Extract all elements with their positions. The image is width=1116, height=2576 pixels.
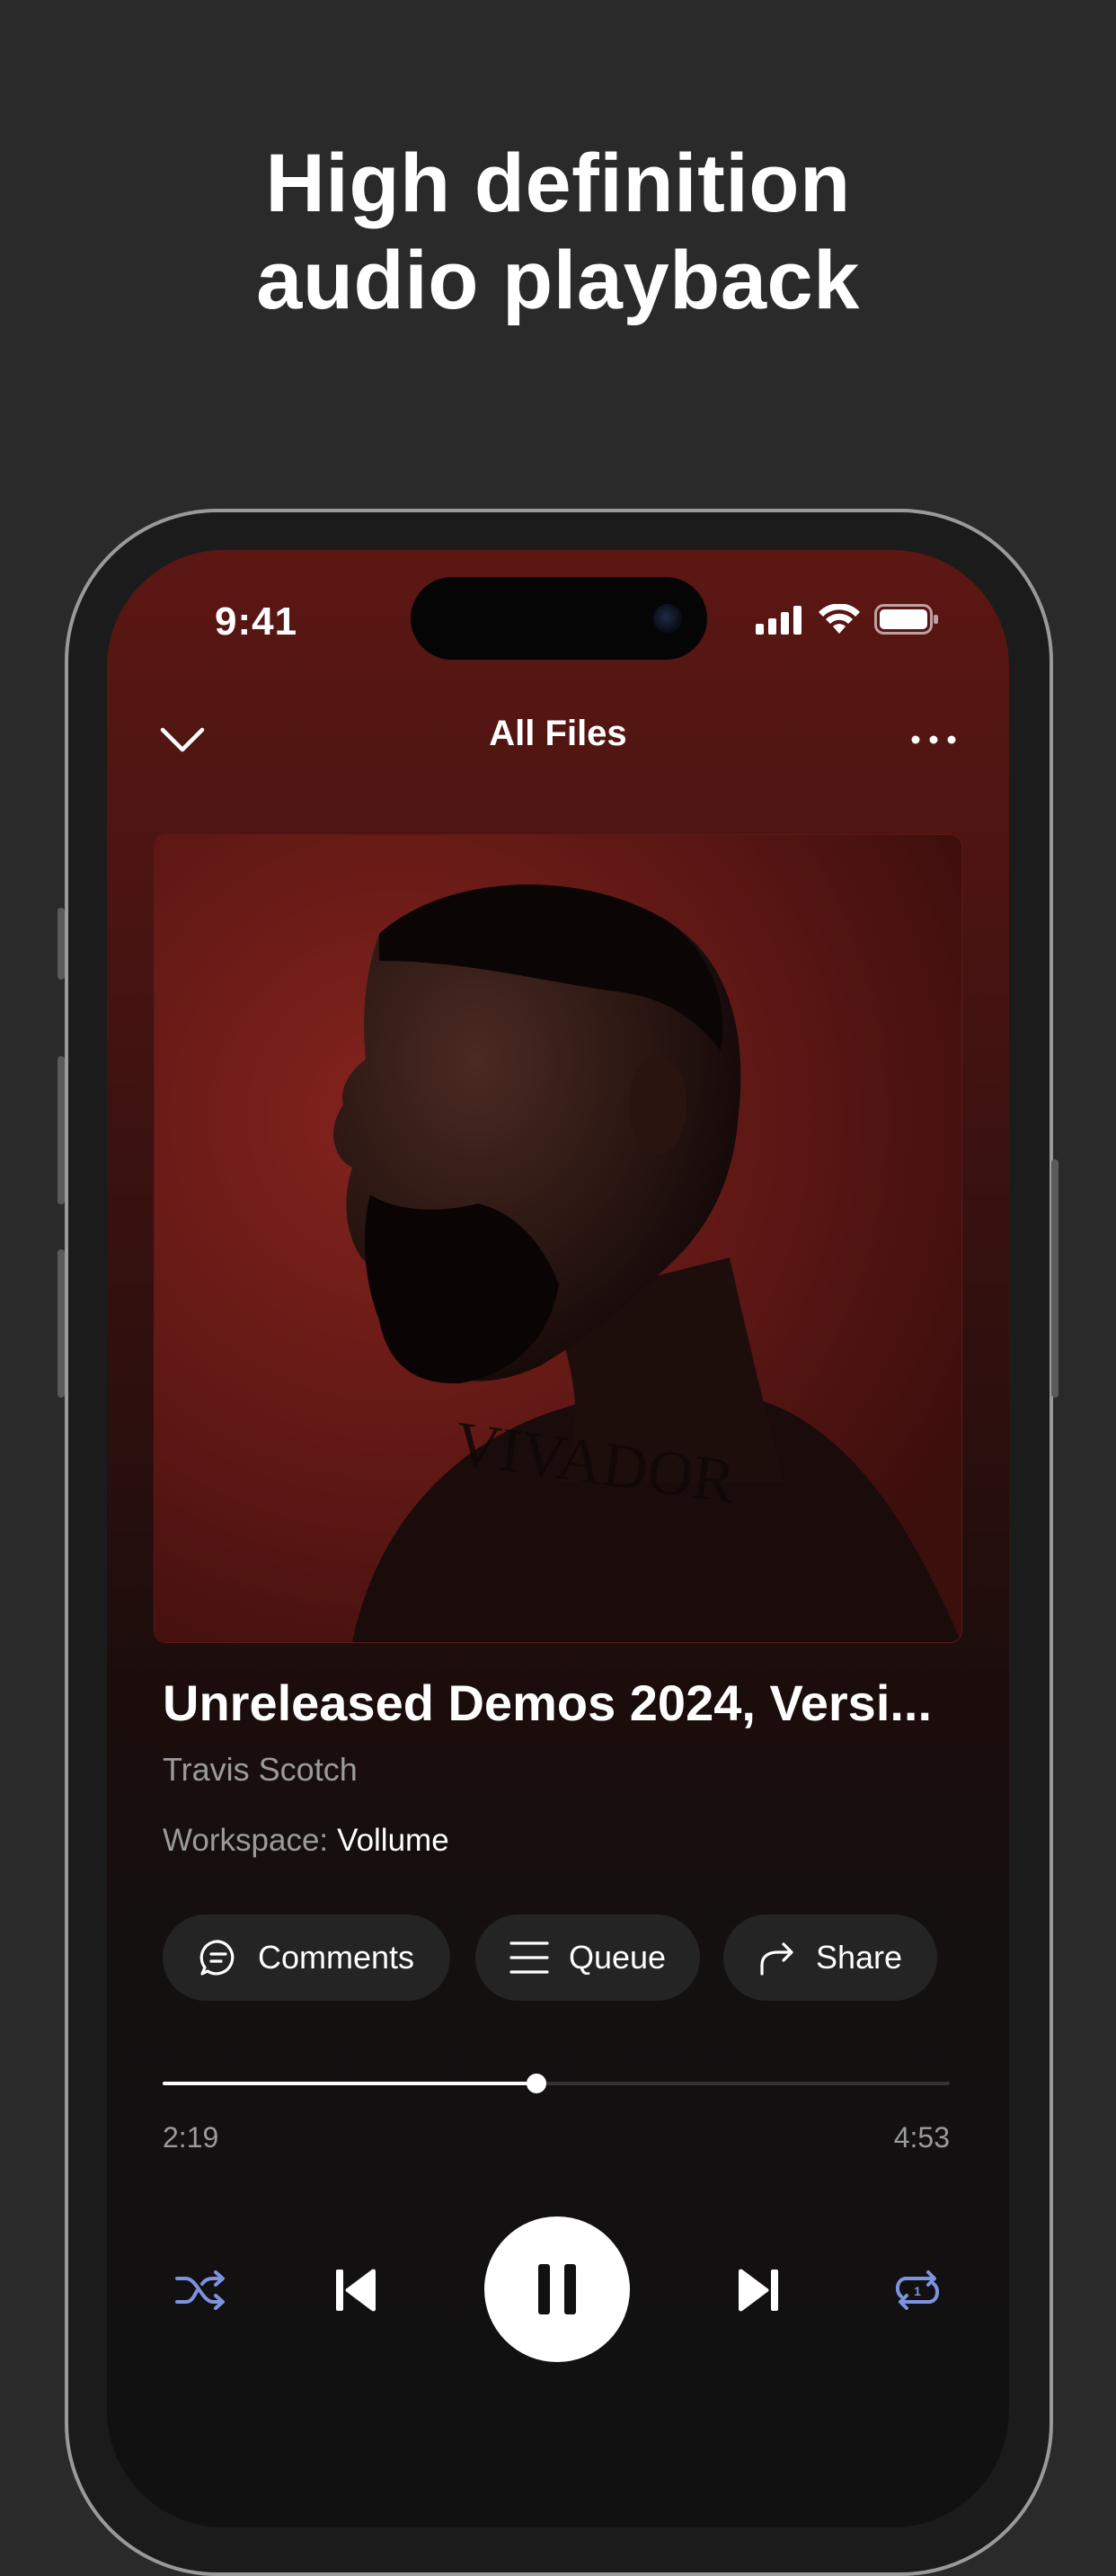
phone-screen: 9:41 All Files VIVADOR Unreleased Demos … (107, 550, 1009, 2527)
track-title: Unreleased Demos 2024, Versi... (163, 1674, 933, 1731)
front-camera (653, 604, 682, 633)
headline-line-2: audio playback (256, 235, 860, 326)
repeat-one-icon: 1 (895, 2270, 940, 2310)
progress-slider[interactable] (163, 2074, 950, 2093)
nav-title: All Files (489, 714, 627, 753)
queue-button[interactable]: Queue (475, 1914, 700, 2001)
svg-text:1: 1 (914, 2284, 921, 2298)
shuffle-icon (175, 2270, 225, 2310)
share-label: Share (815, 1939, 903, 1976)
progress-knob[interactable] (527, 2074, 547, 2093)
pause-icon (538, 2264, 576, 2314)
phone-silent-switch (58, 908, 65, 980)
album-artwork: VIVADOR (154, 834, 962, 1643)
status-icons (756, 604, 939, 635)
promo-headline: High definition audio playback (0, 135, 1116, 329)
player-navbar: All Files (107, 703, 1009, 775)
next-icon (739, 2269, 778, 2312)
phone-power-button (1051, 1159, 1058, 1398)
pause-button[interactable] (484, 2216, 630, 2362)
more-horizontal-icon (911, 735, 956, 744)
elapsed-time: 2:19 (163, 2121, 219, 2154)
headline-line-1: High definition (265, 138, 851, 229)
queue-icon (509, 1941, 549, 1974)
workspace-label: Workspace: (163, 1823, 329, 1858)
share-icon (760, 1942, 793, 1976)
battery-icon (874, 604, 938, 635)
comments-label: Comments (257, 1939, 415, 1976)
artist-portrait-image: VIVADOR (155, 835, 961, 1642)
queue-label: Queue (568, 1939, 667, 1976)
status-time: 9:41 (215, 600, 298, 644)
total-duration: 4:53 (893, 2121, 950, 2154)
track-artist[interactable]: Travis Scotch (163, 1751, 358, 1789)
repeat-one-button[interactable]: 1 (871, 2245, 964, 2335)
progress-fill (163, 2082, 537, 2085)
dynamic-island (411, 577, 707, 660)
next-button[interactable] (711, 2245, 804, 2335)
phone-volume-up (58, 1056, 65, 1204)
shuffle-button[interactable] (154, 2245, 247, 2335)
more-options-button[interactable] (907, 717, 961, 762)
workspace-name[interactable]: Vollume (337, 1823, 449, 1858)
wifi-icon (819, 604, 860, 634)
previous-icon (336, 2269, 376, 2312)
workspace-info: Workspace: Vollume (163, 1823, 449, 1859)
phone-volume-down (58, 1249, 65, 1398)
comment-icon (199, 1940, 235, 1976)
share-button[interactable]: Share (723, 1914, 937, 2001)
previous-button[interactable] (310, 2245, 403, 2335)
signal-icon (756, 606, 802, 635)
comments-button[interactable]: Comments (163, 1914, 450, 2001)
